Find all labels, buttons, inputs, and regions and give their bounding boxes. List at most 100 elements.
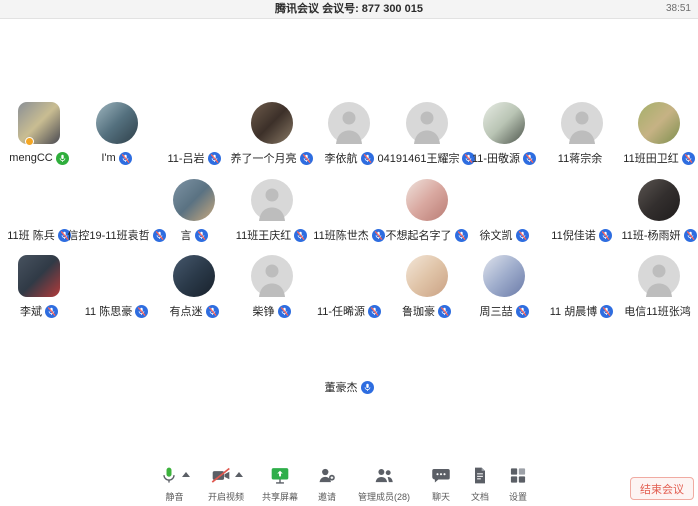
- mic-status-icon: [368, 305, 381, 318]
- camera-label: 开启视频: [208, 490, 244, 503]
- participant-nameline: 11-吕岩: [167, 151, 220, 165]
- participant-nameline: 11班-杨雨妍: [621, 228, 696, 242]
- caret-up-icon[interactable]: [235, 472, 243, 477]
- share-button[interactable]: 共享屏幕: [253, 467, 307, 503]
- participant[interactable]: 周三喆: [465, 255, 543, 318]
- camera-button[interactable]: 开启视频: [199, 467, 253, 503]
- caret-up-icon[interactable]: [182, 472, 190, 477]
- participant-name: 11 胡晨博: [550, 303, 597, 319]
- meeting-title: 腾讯会议 会议号: 877 300 015: [0, 0, 698, 18]
- settings-icon: [508, 465, 528, 491]
- participant-nameline: 11 胡晨博: [550, 304, 613, 318]
- participant[interactable]: 言: [155, 179, 233, 242]
- participant-nameline: 11倪佳诺: [551, 228, 611, 242]
- mic-status-icon: [45, 305, 58, 318]
- mic-status-icon: [206, 305, 219, 318]
- participant[interactable]: 养了一个月亮: [233, 102, 311, 165]
- participant[interactable]: 有点迷: [155, 255, 233, 318]
- participant-nameline: 11-田敬源: [472, 151, 536, 165]
- participant-row: mengCC I'm 11-吕岩 养了一个月亮 李依航: [0, 102, 698, 165]
- participant[interactable]: 11倪佳诺: [543, 179, 621, 242]
- docs-button[interactable]: 文档: [461, 467, 499, 503]
- members-icon: [373, 465, 395, 491]
- participant-name: 11 陈思豪: [85, 303, 132, 319]
- docs-label: 文档: [471, 490, 489, 503]
- participant-name: 徐文凯: [480, 227, 513, 243]
- participant-row: 11班 陈兵 信控19-11班袁哲 言 11班王庆红 11班陈世杰: [0, 179, 698, 242]
- participant-nameline: 不想起名字了: [386, 228, 468, 242]
- participant[interactable]: mengCC: [0, 102, 78, 165]
- participant[interactable]: 11-吕岩: [155, 102, 233, 165]
- participant-nameline: 李斌: [20, 304, 58, 318]
- mute-button[interactable]: 静音: [150, 467, 199, 503]
- window-titlebar: 腾讯会议 会议号: 877 300 015 38:51: [0, 0, 698, 19]
- invite-button[interactable]: 邀请: [307, 467, 347, 503]
- chat-label: 聊天: [432, 490, 450, 503]
- participant[interactable]: I'm: [78, 102, 156, 165]
- photo-avatar: [483, 255, 525, 297]
- blank-avatar: [483, 179, 525, 221]
- invite-icon: [316, 465, 338, 491]
- participant[interactable]: 04191461王耀宗: [388, 102, 466, 165]
- mic-status-icon: [119, 152, 132, 165]
- invite-label: 邀请: [318, 490, 336, 503]
- participant[interactable]: 11-田敬源: [465, 102, 543, 165]
- participant-name: 电信11班张鸿: [624, 303, 690, 319]
- participant-nameline: 信控19-11班袁哲: [67, 228, 165, 242]
- mic-status-icon: [278, 305, 291, 318]
- participant-name: 鲁珈豪: [402, 303, 435, 319]
- participant-name: 11班王庆红: [236, 227, 291, 243]
- participant-name: 11-任晞源: [317, 303, 365, 319]
- participant-nameline: 11班陈世杰: [313, 228, 384, 242]
- participant-nameline: 言: [181, 228, 208, 242]
- participant[interactable]: 李依航: [310, 102, 388, 165]
- participant[interactable]: 董豪杰: [310, 331, 388, 394]
- end-meeting-button[interactable]: 结束会议: [630, 477, 694, 500]
- participant-name: 有点迷: [170, 303, 203, 319]
- members-button[interactable]: 管理成员(28): [347, 467, 421, 503]
- participant[interactable]: 11蒋宗余: [543, 102, 621, 165]
- participant[interactable]: 不想起名字了: [388, 179, 466, 242]
- default-avatar-icon: [328, 102, 370, 144]
- participant[interactable]: 11 陈思豪: [78, 255, 156, 318]
- mic-status-icon: [372, 229, 385, 242]
- participant-name: 11班 陈兵: [7, 227, 54, 243]
- photo-avatar: [638, 102, 680, 144]
- participant[interactable]: 11班 陈兵: [0, 179, 78, 242]
- photo-avatar: [173, 179, 215, 221]
- participant[interactable]: 徐文凯: [465, 179, 543, 242]
- participant[interactable]: 11班王庆红: [233, 179, 311, 242]
- mic-status-icon: [516, 229, 529, 242]
- participant[interactable]: 11 胡晨博: [543, 255, 621, 318]
- participant[interactable]: 11班-杨雨妍: [620, 179, 698, 242]
- participant-nameline: 04191461王耀宗: [378, 151, 476, 165]
- participant[interactable]: 李斌: [0, 255, 78, 318]
- participant-name: 11倪佳诺: [551, 227, 595, 243]
- blank-avatar: [561, 179, 603, 221]
- participant-name: 柴铮: [253, 303, 275, 319]
- toolbar-buttons: 静音 开启视频 共享屏幕 邀请 管理成员(28) 聊天 文档: [150, 467, 537, 503]
- participant[interactable]: 电信11班张鸿: [620, 255, 698, 318]
- participant-nameline: 电信11班张鸿: [624, 304, 693, 318]
- participant-nameline: 11班王庆红: [236, 228, 307, 242]
- participant[interactable]: 信控19-11班袁哲: [78, 179, 156, 242]
- chat-button[interactable]: 聊天: [421, 467, 461, 503]
- mic-status-icon: [516, 305, 529, 318]
- settings-button[interactable]: 设置: [499, 467, 537, 503]
- photo-avatar: [406, 255, 448, 297]
- participant-name: I'm: [101, 152, 115, 164]
- participant-grid: mengCC I'm 11-吕岩 养了一个月亮 李依航: [0, 19, 698, 468]
- participant[interactable]: 鲁珈豪: [388, 255, 466, 318]
- participant-name: 董豪杰: [325, 379, 358, 395]
- mic-status-icon: [135, 305, 148, 318]
- participant-nameline: mengCC: [9, 151, 68, 165]
- photo-avatar: [638, 179, 680, 221]
- chat-icon: [430, 465, 452, 491]
- blank-avatar: [561, 255, 603, 297]
- participant[interactable]: 11-任晞源: [310, 255, 388, 318]
- photo-avatar: [96, 102, 138, 144]
- participant[interactable]: 11班田卫红: [620, 102, 698, 165]
- participant-name: 不想起名字了: [386, 227, 452, 243]
- participant[interactable]: 柴铮: [233, 255, 311, 318]
- participant[interactable]: 11班陈世杰: [310, 179, 388, 242]
